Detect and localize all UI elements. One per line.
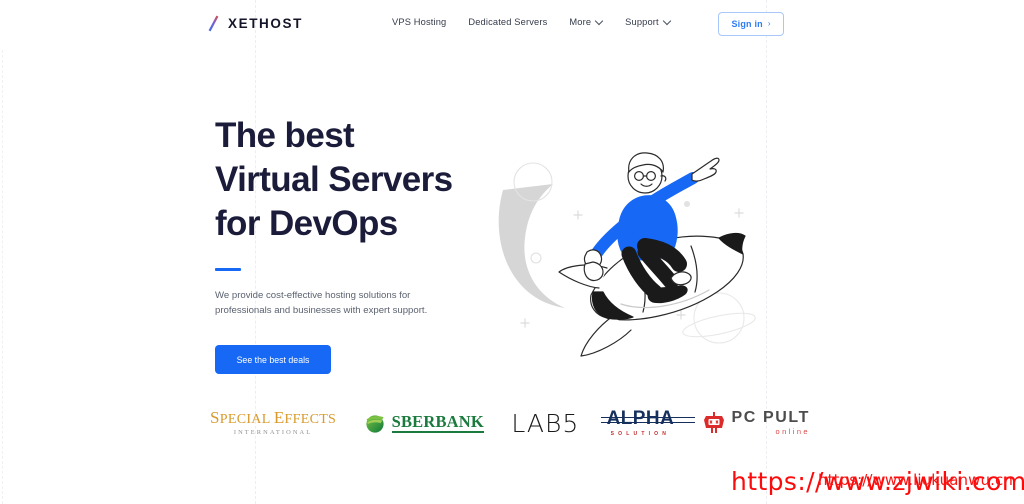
headline-line-1: The best <box>215 116 355 155</box>
hero-subtitle: We provide cost-effective hosting soluti… <box>215 290 428 316</box>
partner-logo-lab5: LAB5 <box>511 400 579 446</box>
chevron-down-icon <box>664 18 671 25</box>
lab5-name: LAB5 <box>511 408 580 438</box>
partner-logo-alpha: ALPHA SOLUTION <box>600 400 695 446</box>
slash-logo-icon <box>208 15 219 32</box>
page-title: The best Virtual Servers for DevOps <box>215 114 515 246</box>
brand-name: XETHOST <box>228 16 303 31</box>
nav-item-vps-hosting[interactable]: VPS Hosting <box>392 17 446 27</box>
pc-pult-name: PC PULT <box>731 409 810 426</box>
nav-item-label: More <box>569 17 592 27</box>
sberbank-swirl-icon <box>365 415 384 433</box>
nav-item-support[interactable]: Support <box>625 17 671 27</box>
watermark-secondary: https://www.liukuanwu.cn <box>818 471 1013 489</box>
special-effects-name: SPECIAL EFFECTS <box>210 408 337 427</box>
partner-logos-strip: SPECIAL EFFECTS INTERNATIONAL SBERBANK L… <box>210 400 810 446</box>
headline-line-2: Virtual Servers <box>215 160 453 199</box>
pc-pult-sub: online <box>775 427 810 436</box>
hero-section: The best Virtual Servers for DevOps We p… <box>215 114 515 374</box>
robot-head-icon <box>703 412 724 433</box>
alpha-sub: SOLUTION <box>610 431 671 437</box>
see-best-deals-button[interactable]: See the best deals <box>215 345 331 374</box>
partner-logo-special-effects: SPECIAL EFFECTS INTERNATIONAL <box>210 400 336 446</box>
alpha-name: ALPHA <box>606 408 675 429</box>
sign-in-label: Sign in <box>731 19 763 29</box>
headline-line-3: for DevOps <box>215 204 398 243</box>
alpha-strike-line <box>600 422 695 424</box>
accent-divider <box>215 268 241 271</box>
nav-item-label: Support <box>625 17 659 27</box>
partner-logo-sberbank: SBERBANK <box>364 400 484 446</box>
chevron-down-icon <box>596 18 603 25</box>
nav-item-label: VPS Hosting <box>392 17 447 27</box>
nav-item-more[interactable]: More <box>569 17 603 27</box>
primary-nav: VPS Hosting Dedicated Servers More Suppo… <box>392 17 671 27</box>
partner-logo-pc-pult: PC PULT online <box>702 400 810 446</box>
man-riding-rocket-icon <box>498 152 756 357</box>
alpha-strike-line <box>600 417 695 419</box>
layout-guide-left <box>2 50 3 504</box>
nav-item-label: Dedicated Servers <box>468 17 548 27</box>
brand-logo[interactable]: XETHOST <box>208 15 303 32</box>
nav-item-dedicated-servers[interactable]: Dedicated Servers <box>468 17 547 27</box>
page-root: XETHOST VPS Hosting Dedicated Servers Mo… <box>0 0 1024 504</box>
hero-illustration <box>495 120 795 370</box>
sberbank-name: SBERBANK <box>391 412 484 433</box>
sign-in-button[interactable]: Sign in › <box>718 12 784 36</box>
alpha-name-wrap: ALPHA <box>600 408 695 429</box>
special-effects-sub: INTERNATIONAL <box>233 429 313 436</box>
chevron-right-icon: › <box>767 19 771 28</box>
site-header: XETHOST VPS Hosting Dedicated Servers Mo… <box>0 0 1024 48</box>
watermark-primary: https://www.zjwiki.com <box>731 467 1024 496</box>
